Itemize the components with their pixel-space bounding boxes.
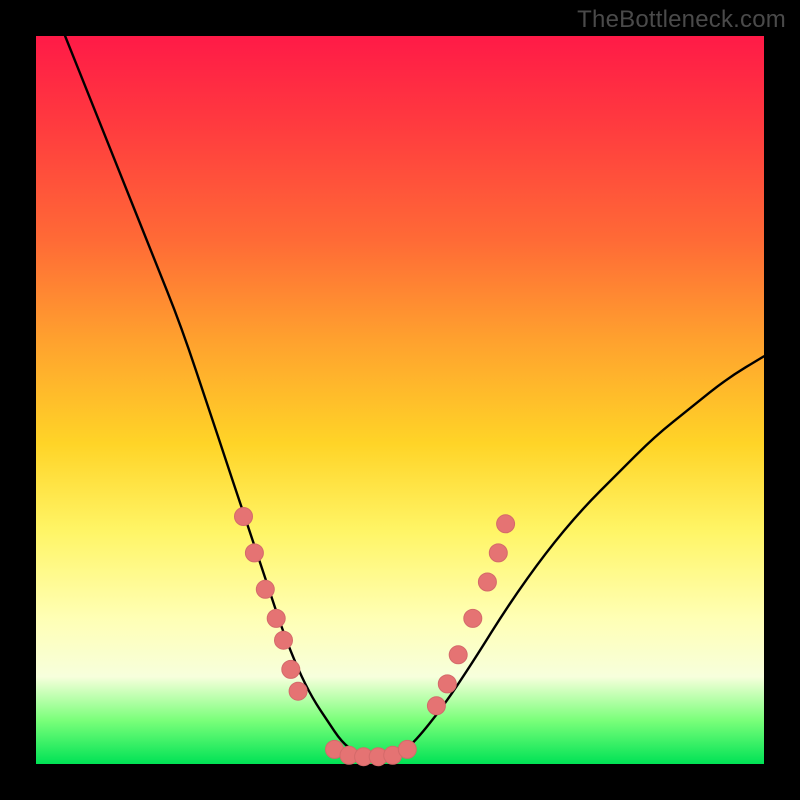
curve-marker: [282, 660, 300, 678]
watermark-text: TheBottleneck.com: [577, 6, 786, 34]
curve-markers: [235, 508, 515, 766]
curve-marker: [427, 697, 445, 715]
curve-marker: [398, 740, 416, 758]
curve-marker: [245, 544, 263, 562]
curve-marker: [267, 609, 285, 627]
curve-marker: [275, 631, 293, 649]
bottleneck-curve: [65, 36, 764, 757]
curve-marker: [478, 573, 496, 591]
curve-marker: [438, 675, 456, 693]
curve-marker: [449, 646, 467, 664]
curve-marker: [235, 508, 253, 526]
curve-marker: [489, 544, 507, 562]
curve-marker: [497, 515, 515, 533]
curve-marker: [464, 609, 482, 627]
curve-marker: [256, 580, 274, 598]
bottleneck-curve-svg: [36, 36, 764, 764]
chart-frame: TheBottleneck.com: [0, 0, 800, 800]
plot-area: [36, 36, 764, 764]
curve-marker: [289, 682, 307, 700]
